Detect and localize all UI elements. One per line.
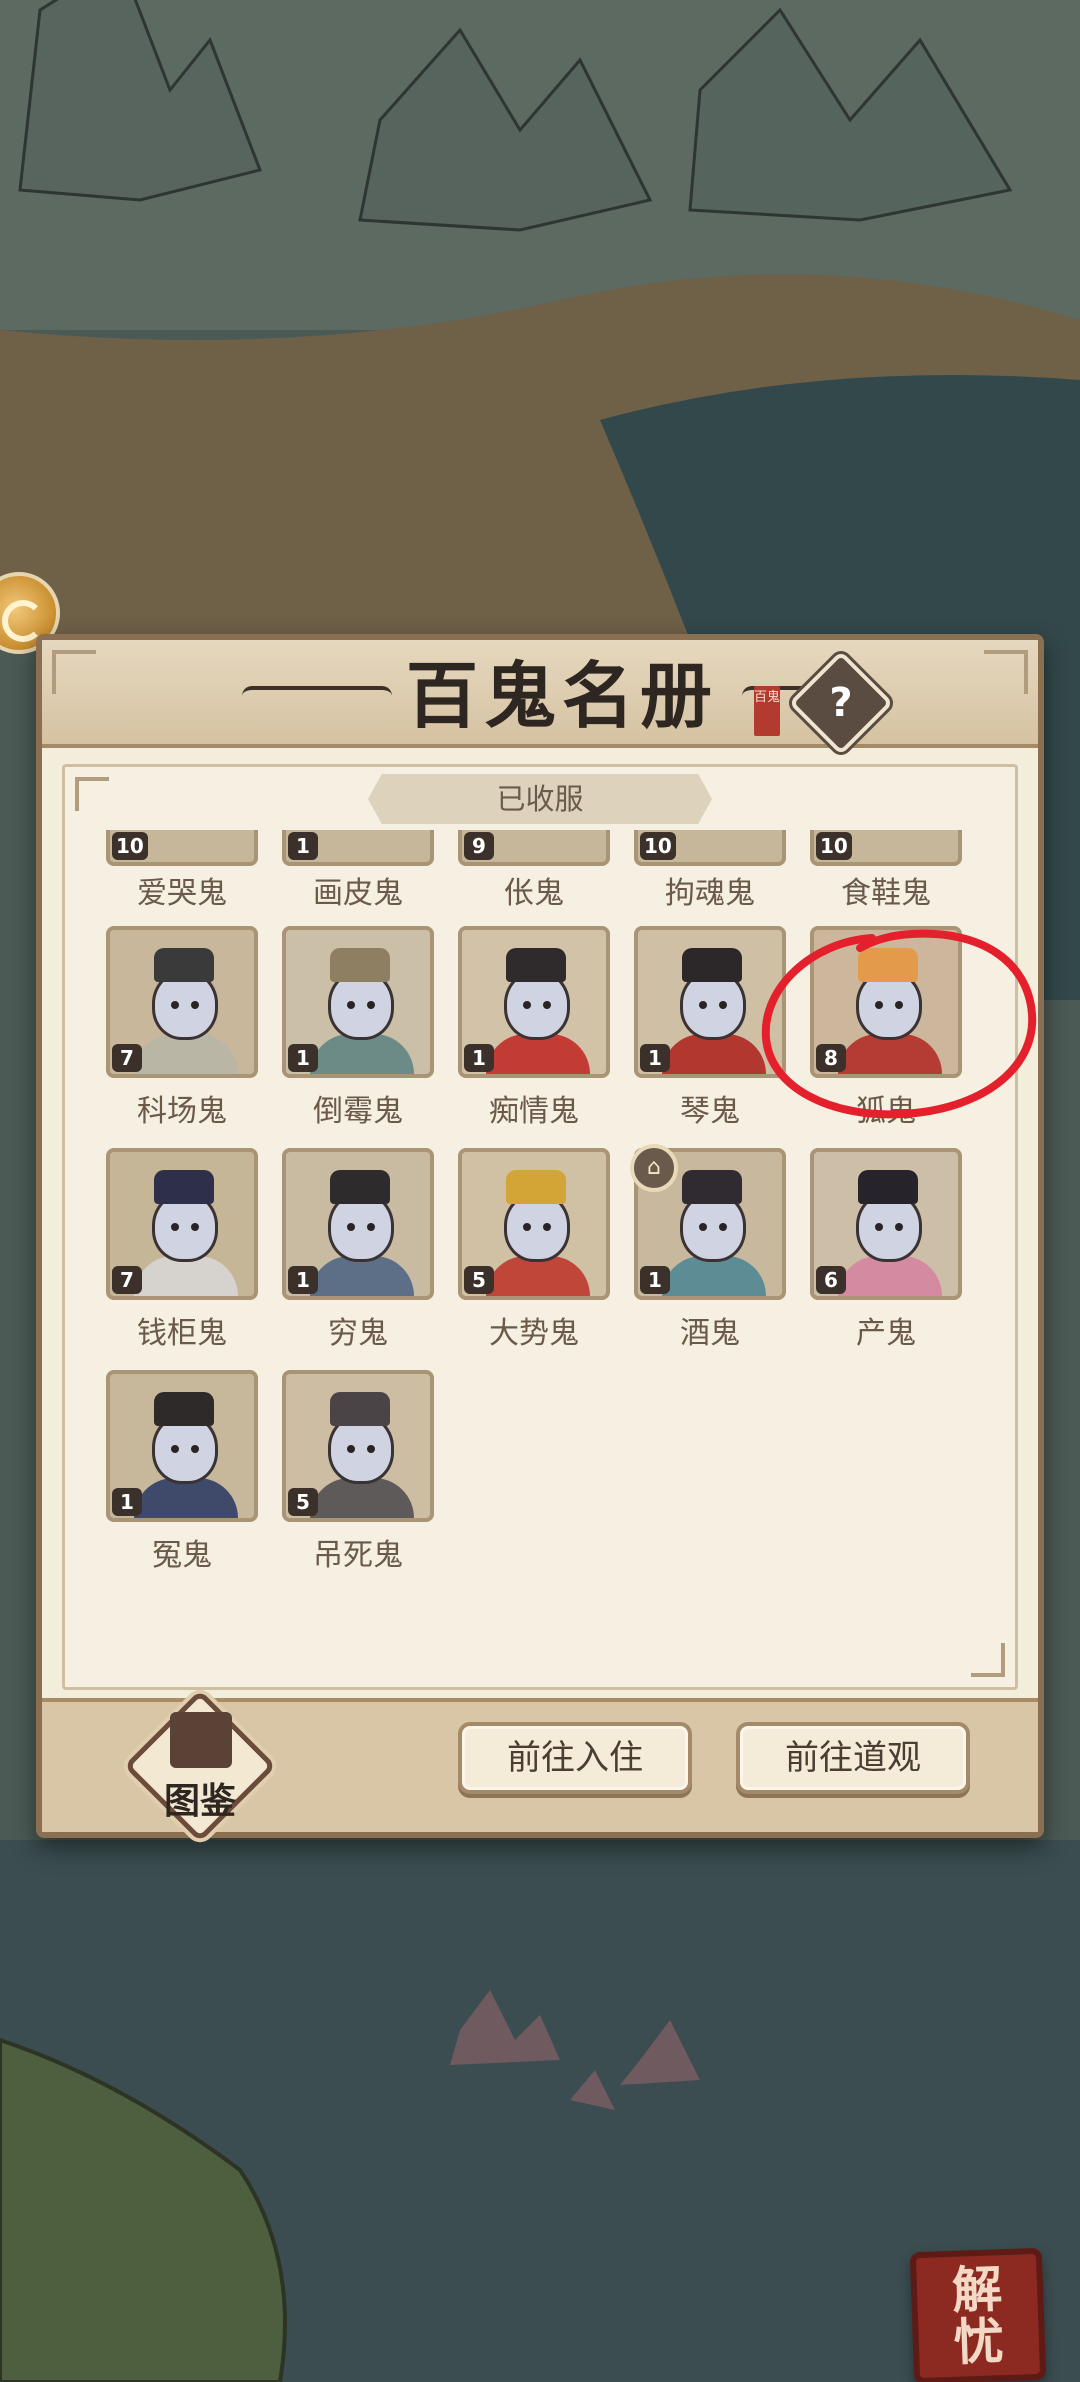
ghost-name: 拘魂鬼 [665,876,755,911]
ghost-name: 穷鬼 [328,1316,388,1351]
scroll-icon [170,1712,232,1768]
ghost-headwear [330,948,390,982]
ghost-portrait: 9 [458,830,610,866]
help-button[interactable]: ? [788,650,894,756]
ghost-robe [838,1256,942,1296]
level-badge: 10 [816,832,852,860]
ghost-robe [486,1034,590,1074]
ghost-robe [134,1256,238,1296]
level-badge: 10 [112,832,148,860]
ghost-name: 倒霉鬼 [313,1094,403,1129]
ghost-headwear [682,948,742,982]
codex-label: 图鉴 [163,1780,236,1822]
panel-header: 百鬼名册 百鬼 ? [42,640,1038,756]
ghost-robe [134,1034,238,1074]
level-badge: 1 [640,1044,670,1072]
ghost-portrait: 1 [634,926,786,1078]
ghost-name: 产鬼 [856,1316,916,1351]
ghost-headwear [682,1170,742,1204]
title-seal: 百鬼 [754,686,780,736]
ghost-robe [310,1478,414,1518]
ghost-portrait: 5 [282,1370,434,1522]
ghost-name: 画皮鬼 [313,876,403,911]
codex-button[interactable]: 图鉴 [123,1689,277,1843]
ghost-portrait: 8 [810,926,962,1078]
ghost-name: 琴鬼 [680,1094,740,1129]
ghost-robe [310,1256,414,1296]
ghost-name: 痴情鬼 [489,1094,579,1129]
ghost-portrait: 1 [458,926,610,1078]
ghost-name: 爱哭鬼 [137,876,227,911]
level-badge: 7 [112,1044,142,1072]
ghost-name: 冤鬼 [152,1538,212,1573]
ghost-portrait: 10 [810,830,962,866]
ghost-robe [134,1478,238,1518]
level-badge: 1 [288,1044,318,1072]
level-badge: 1 [464,1044,494,1072]
level-badge: 5 [464,1266,494,1294]
ghost-portrait: 6 [810,1148,962,1300]
ghost-headwear [506,1170,566,1204]
ghost-robe [662,1034,766,1074]
ghost-headwear [330,1392,390,1426]
ghost-name: 吊死鬼 [313,1538,403,1573]
ghost-headwear [154,1392,214,1426]
ghost-portrait: 1 [282,926,434,1078]
level-badge: 6 [816,1266,846,1294]
ghost-robe [662,1256,766,1296]
ghost-portrait: 1 [282,830,434,866]
cloud-ornament-left [242,686,392,706]
pavilion-icon: ⌂ [630,1144,678,1192]
ghost-headwear [506,948,566,982]
ghost-robe [486,1256,590,1296]
ghost-portrait: 1 [282,1148,434,1300]
ghost-name: 酒鬼 [680,1316,740,1351]
ghost-robe [310,1034,414,1074]
move-in-button[interactable]: 前往入住 [458,1722,692,1794]
level-badge: 1 [288,832,318,860]
ghost-portrait: 1 [106,1370,258,1522]
seal-char-2: 忧 [952,2311,1005,2372]
ghost-portrait: 10 [106,830,258,866]
level-badge: 1 [288,1266,318,1294]
level-badge: 8 [816,1044,846,1072]
ghost-headwear [154,948,214,982]
ghost-portrait: 7 [106,1148,258,1300]
worry-relief-seal-button[interactable]: 解 忧 [909,2247,1047,2382]
corner-ornament [52,650,96,694]
ghost-portrait: 5 [458,1148,610,1300]
level-badge: 10 [640,832,676,860]
ghost-headwear [154,1170,214,1204]
level-badge: 7 [112,1266,142,1294]
ghost-portrait: 7 [106,926,258,1078]
ghost-name: 狐鬼 [856,1094,916,1129]
corner-ornament [75,777,109,811]
tab-collected[interactable]: 已收服 [368,774,712,824]
ghost-name: 伥鬼 [504,876,564,911]
go-temple-button[interactable]: 前往道观 [736,1722,970,1794]
ghost-name: 食鞋鬼 [841,876,931,911]
ghost-name: 钱柜鬼 [137,1316,227,1351]
ghost-headwear [858,1170,918,1204]
ghost-headwear [858,948,918,982]
level-badge: 5 [288,1488,318,1516]
ghost-robe [838,1034,942,1074]
ghost-name: 大势鬼 [489,1316,579,1351]
level-badge: 1 [112,1488,142,1516]
ghost-headwear [330,1170,390,1204]
ghost-registry-panel: 百鬼名册 百鬼 ? 已收服 10 爱哭鬼 1 画皮鬼 9 伥鬼 10 拘魂鬼 10 食鞋鬼 7 科场鬼… [36,634,1044,1843]
ghost-name: 科场鬼 [137,1094,227,1129]
ghost-grid[interactable]: 10 爱哭鬼 1 画皮鬼 9 伥鬼 10 拘魂鬼 10 食鞋鬼 7 科场鬼 1 倒霉鬼 1 痴情鬼 1 琴鬼 8 狐鬼… [106,830,1026,1680]
panel-title: 百鬼名册 [405,653,718,738]
level-badge: 1 [640,1266,670,1294]
ghost-portrait: 10 [634,830,786,866]
question-icon: ? [829,680,853,726]
level-badge: 9 [464,832,494,860]
seal-char-1: 解 [951,2258,1004,2320]
corner-ornament [984,650,1028,694]
